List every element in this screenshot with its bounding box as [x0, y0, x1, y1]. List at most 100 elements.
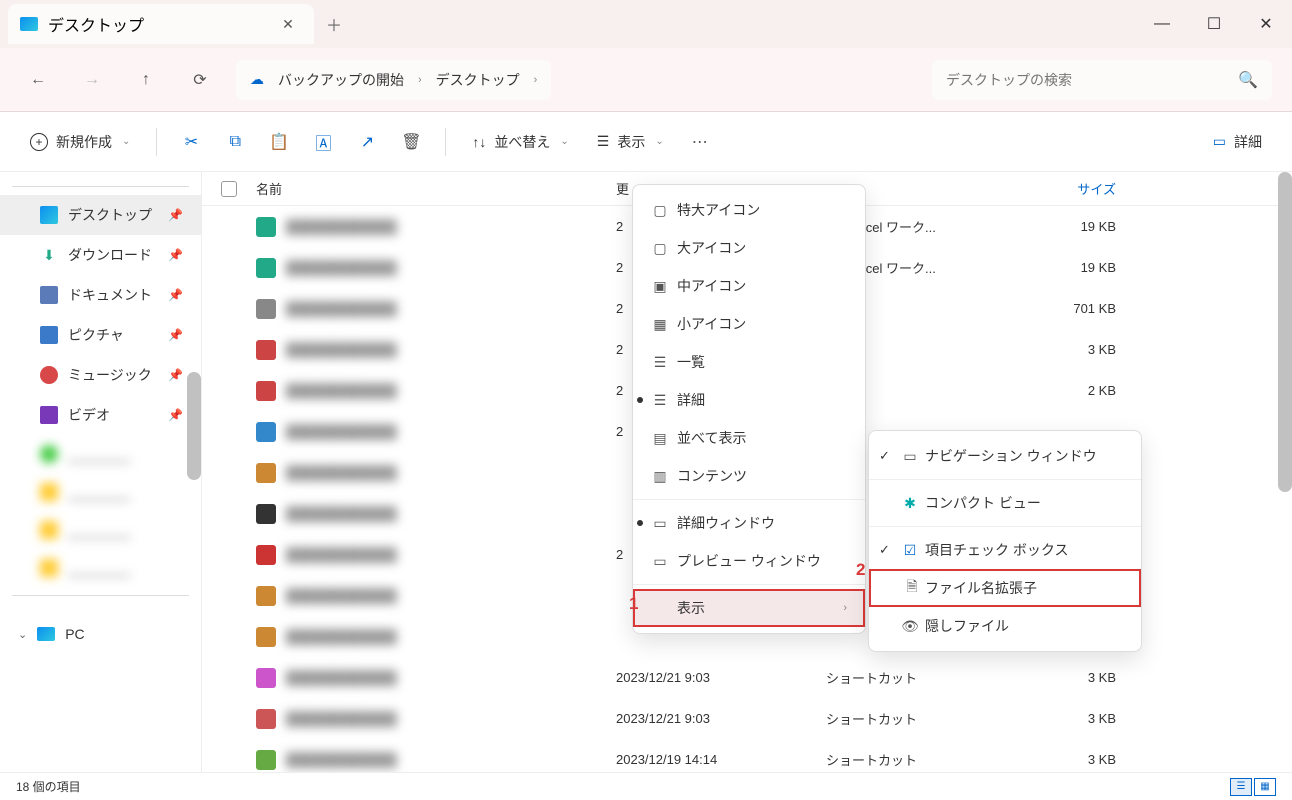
sidebar-item-blurred[interactable]: ________ [0, 435, 201, 473]
sidebar-label: ドキュメント [68, 285, 152, 305]
minimize-button[interactable]: — [1136, 4, 1188, 44]
extra-large-icon: ▢ [651, 201, 669, 219]
file-icon [256, 258, 276, 278]
pin-icon: 📌 [168, 328, 183, 342]
breadcrumb[interactable]: ☁ バックアップの開始 › デスクトップ › [236, 60, 551, 100]
close-window-button[interactable]: ✕ [1240, 4, 1292, 44]
paste-icon[interactable]: 📋 [261, 124, 297, 160]
file-icon [256, 668, 276, 688]
submenu-item-file-extensions[interactable]: 🗎ファイル名拡張子 [869, 569, 1141, 607]
details-view-icon[interactable]: ☰ [1230, 778, 1252, 796]
sidebar-label: ミュージック [68, 365, 152, 385]
menu-item-small-icons[interactable]: ▦小アイコン [633, 305, 865, 343]
sidebar-item-blurred[interactable]: ________ [0, 549, 201, 587]
column-size[interactable]: サイズ [1016, 179, 1116, 198]
submenu-item-navigation-pane[interactable]: ✓▭ナビゲーション ウィンドウ [869, 437, 1141, 475]
menu-item-content[interactable]: ▥コンテンツ [633, 457, 865, 495]
column-name[interactable]: 名前 [256, 179, 616, 198]
sidebar-item-pictures[interactable]: ピクチャ 📌 [0, 315, 201, 355]
submenu-item-compact-view[interactable]: ✱コンパクト ビュー [869, 484, 1141, 522]
compact-view-icon: ✱ [901, 494, 919, 512]
breadcrumb-item-2[interactable]: デスクトップ [436, 70, 520, 90]
pc-icon [37, 627, 55, 641]
titlebar: デスクトップ ✕ ＋ — ☐ ✕ [0, 0, 1292, 48]
tab-desktop[interactable]: デスクトップ ✕ [8, 4, 314, 44]
view-label: 表示 [617, 132, 645, 152]
pc-label: PC [65, 626, 84, 642]
file-icon [256, 545, 276, 565]
sidebar-item-blurred[interactable]: ________ [0, 473, 201, 511]
select-all-checkbox[interactable] [202, 181, 256, 197]
new-tab-button[interactable]: ＋ [314, 4, 354, 44]
forward-button[interactable]: → [74, 62, 110, 98]
chevron-down-icon: ⌄ [560, 136, 568, 147]
list-icon: ☰ [651, 353, 669, 371]
menu-item-details[interactable]: ☰詳細 [633, 381, 865, 419]
share-icon[interactable]: ↗ [349, 124, 385, 160]
menu-item-tiles[interactable]: ▤並べて表示 [633, 419, 865, 457]
preview-pane-icon: ▭ [651, 552, 669, 570]
file-icon [256, 217, 276, 237]
search-box[interactable]: 🔍 [932, 60, 1272, 100]
chevron-down-icon: ⌄ [18, 628, 27, 641]
rename-icon[interactable]: 🄰 [305, 124, 341, 160]
submenu-item-hidden-files[interactable]: 👁隠しファイル [869, 607, 1141, 645]
sort-button[interactable]: ↑↓ 並べ替え ⌄ [462, 126, 578, 158]
maximize-button[interactable]: ☐ [1188, 4, 1240, 44]
new-button[interactable]: + 新規作成 ⌄ [20, 126, 140, 158]
menu-item-large-icons[interactable]: ▢大アイコン [633, 229, 865, 267]
sidebar-item-downloads[interactable]: ⬇ ダウンロード 📌 [0, 235, 201, 275]
table-row[interactable]: ████████████ 2023/12/19 14:14 ショートカット 3 … [202, 739, 1292, 772]
search-input[interactable] [946, 72, 1226, 88]
table-row[interactable]: ████████████ 2023/12/21 9:03 ショートカット 3 K… [202, 657, 1292, 698]
toolbar: + 新規作成 ⌄ ✂ ⧉ 📋 🄰 ↗ 🗑 ↑↓ 並べ替え ⌄ ☰ 表示 ⌄ ⋯ … [0, 112, 1292, 172]
tab-title: デスクトップ [48, 12, 144, 36]
submenu-item-item-checkboxes[interactable]: ✓☑項目チェック ボックス [869, 531, 1141, 569]
new-label: 新規作成 [56, 132, 112, 152]
menu-item-medium-icons[interactable]: ▣中アイコン [633, 267, 865, 305]
details-pane-icon: ▭ [651, 514, 669, 532]
sidebar-label: ピクチャ [68, 325, 124, 345]
large-icon: ▢ [651, 239, 669, 257]
more-icon[interactable]: ⋯ [682, 124, 718, 160]
sidebar: デスクトップ 📌 ⬇ ダウンロード 📌 ドキュメント 📌 ピクチャ 📌 ミュージ… [0, 172, 202, 772]
breadcrumb-item-1[interactable]: バックアップの開始 [278, 70, 404, 90]
hidden-files-icon: 👁 [901, 617, 919, 635]
table-row[interactable]: ████████████ 2023/12/21 9:03 ショートカット 3 K… [202, 698, 1292, 739]
file-icon [256, 627, 276, 647]
back-button[interactable]: ← [20, 62, 56, 98]
refresh-button[interactable]: ⟳ [182, 62, 218, 98]
details-icon: ☰ [651, 391, 669, 409]
plus-circle-icon: + [30, 133, 48, 151]
view-button[interactable]: ☰ 表示 ⌄ [587, 126, 674, 158]
view-menu: ▢特大アイコン ▢大アイコン ▣中アイコン ▦小アイコン ☰一覧 ☰詳細 ▤並べ… [632, 184, 866, 634]
sidebar-item-blurred[interactable]: ________ [0, 511, 201, 549]
sidebar-scrollbar[interactable] [187, 372, 201, 480]
menu-item-show[interactable]: 表示› [633, 589, 865, 627]
delete-icon[interactable]: 🗑 [393, 124, 429, 160]
cut-icon[interactable]: ✂ [173, 124, 209, 160]
content-icon: ▥ [651, 467, 669, 485]
video-icon [40, 406, 58, 424]
details-label: 詳細 [1234, 132, 1262, 152]
sidebar-item-music[interactable]: ミュージック 📌 [0, 355, 201, 395]
sidebar-item-pc[interactable]: ⌄ PC [0, 616, 201, 652]
menu-item-extra-large-icons[interactable]: ▢特大アイコン [633, 191, 865, 229]
sidebar-item-desktop[interactable]: デスクトップ 📌 [0, 195, 201, 235]
details-pane-button[interactable]: ▭ 詳細 [1203, 126, 1272, 158]
large-icons-view-icon[interactable]: ▦ [1254, 778, 1276, 796]
up-button[interactable]: ↑ [128, 62, 164, 98]
desktop-icon [20, 17, 38, 31]
close-tab-icon[interactable]: ✕ [274, 10, 302, 38]
menu-item-details-pane[interactable]: ▭詳細ウィンドウ [633, 504, 865, 542]
sidebar-item-videos[interactable]: ビデオ 📌 [0, 395, 201, 435]
file-extension-icon: 🗎 [903, 579, 921, 597]
small-icon: ▦ [651, 315, 669, 333]
menu-item-list[interactable]: ☰一覧 [633, 343, 865, 381]
main-scrollbar[interactable] [1278, 172, 1292, 492]
sidebar-item-documents[interactable]: ドキュメント 📌 [0, 275, 201, 315]
menu-item-preview-pane[interactable]: ▭プレビュー ウィンドウ [633, 542, 865, 580]
copy-icon[interactable]: ⧉ [217, 124, 253, 160]
sort-label: 並べ替え [494, 132, 550, 152]
bullet-icon [637, 397, 643, 403]
